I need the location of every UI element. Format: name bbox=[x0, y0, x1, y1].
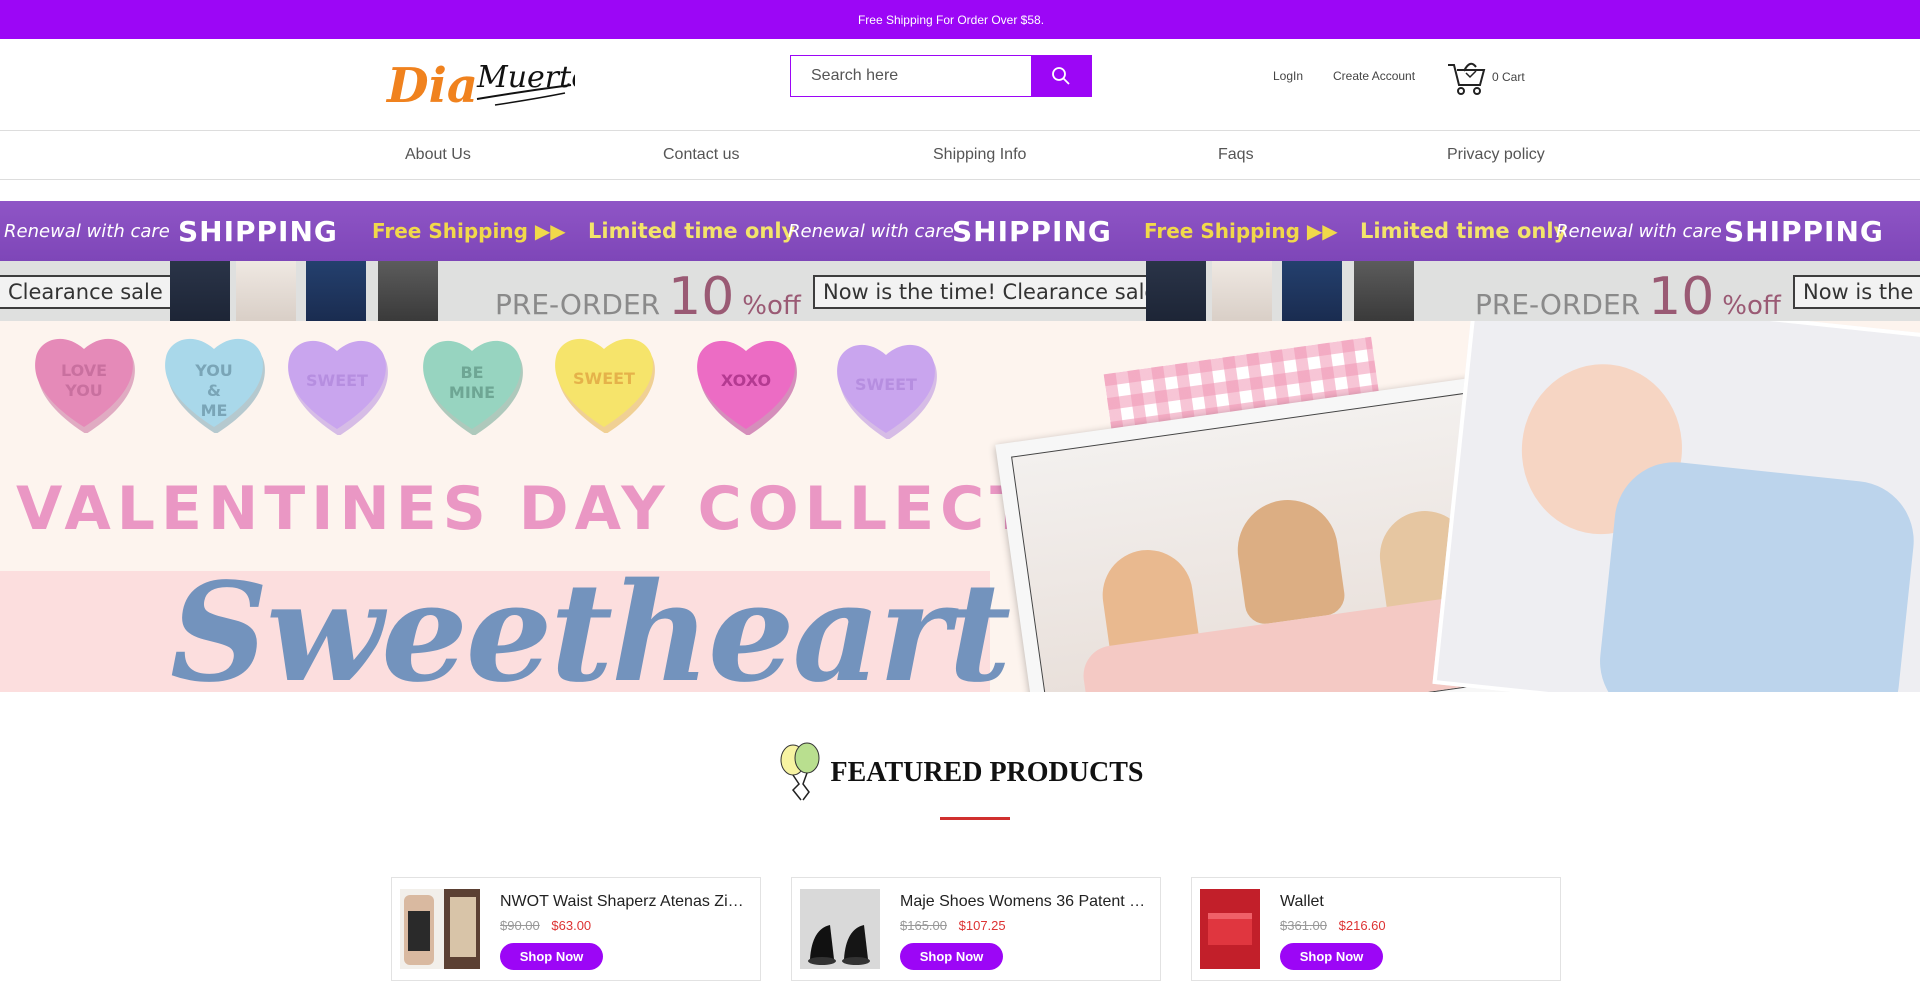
clearance-text: Clearance sale bbox=[8, 280, 163, 304]
product-image[interactable] bbox=[1200, 889, 1260, 969]
shipping-tag: SHIPPING bbox=[1724, 214, 1884, 248]
featured-section: FEATURED PRODUCTS bbox=[0, 742, 1920, 820]
svg-text:Muertos: Muertos bbox=[476, 60, 575, 95]
product-photo bbox=[1354, 261, 1414, 321]
candy-heart-text: LOVE YOU bbox=[60, 361, 108, 400]
now-clearance-text: Now is the time! Clearance sale bbox=[823, 280, 1158, 304]
nav-contact-us[interactable]: Contact us bbox=[663, 146, 739, 164]
nav-privacy-policy[interactable]: Privacy policy bbox=[1447, 146, 1545, 164]
renewal-tag: Renewal with care bbox=[4, 220, 170, 242]
clearance-tag: Clearance sale bbox=[0, 275, 173, 309]
preorder-text: PRE-ORDER bbox=[495, 288, 661, 321]
clearance-tag: Now is the t bbox=[1793, 275, 1920, 309]
product-photo bbox=[306, 261, 366, 321]
product-prices: $165.00 $107.25 bbox=[900, 918, 1006, 933]
search-button[interactable] bbox=[1031, 56, 1091, 96]
nav-shipping-info[interactable]: Shipping Info bbox=[933, 146, 1026, 164]
baby-photo bbox=[1432, 321, 1920, 692]
renewal-tag: Renewal with care bbox=[1556, 220, 1722, 242]
now-clearance-text: Now is the t bbox=[1803, 280, 1920, 304]
original-price: $165.00 bbox=[900, 918, 947, 933]
cart-link[interactable]: 0 Cart bbox=[1446, 57, 1525, 97]
svg-text:Dia: Dia bbox=[385, 58, 478, 114]
product-card[interactable]: Wallet $361.00 $216.60 Shop Now bbox=[1191, 877, 1561, 981]
featured-underline bbox=[940, 817, 1010, 820]
sale-price: $216.60 bbox=[1338, 918, 1386, 933]
cart-icon bbox=[1448, 62, 1486, 95]
search-icon bbox=[1052, 67, 1070, 85]
discount-unit: %off bbox=[742, 291, 801, 321]
clearance-tag: Now is the time! Clearance sale bbox=[813, 275, 1168, 309]
nav-faqs[interactable]: Faqs bbox=[1218, 146, 1254, 164]
shipping-tag: SHIPPING bbox=[952, 214, 1112, 248]
shipping-tag: SHIPPING bbox=[178, 214, 338, 248]
sale-price: $63.00 bbox=[551, 918, 592, 933]
original-price: $90.00 bbox=[500, 918, 540, 933]
discount-unit: %off bbox=[1722, 291, 1781, 321]
free-shipping-tag: Free Shipping ▶▶ bbox=[372, 219, 566, 243]
cart-count: 0 Cart bbox=[1492, 70, 1525, 84]
original-price: $361.00 bbox=[1280, 918, 1327, 933]
candy-heart-text: SWEET bbox=[306, 371, 368, 390]
candy-heart-text: SWEET bbox=[855, 375, 917, 394]
renewal-tag: Renewal with care bbox=[788, 220, 954, 242]
product-prices: $361.00 $216.60 bbox=[1280, 918, 1386, 933]
product-photo bbox=[170, 261, 230, 321]
product-photo bbox=[1282, 261, 1342, 321]
product-image[interactable] bbox=[400, 889, 480, 969]
candy-heart-text: BE MINE bbox=[448, 363, 496, 402]
candy-heart-text: XOXO bbox=[720, 371, 772, 390]
featured-heading: FEATURED PRODUCTS bbox=[777, 742, 1144, 804]
sweetheart-title: Sweetheart bbox=[170, 553, 1011, 692]
create-account-link[interactable]: Create Account bbox=[1333, 69, 1415, 83]
limited-time-tag: Limited time only bbox=[588, 219, 796, 243]
product-image[interactable] bbox=[800, 889, 880, 969]
candy-heart-text: SWEET bbox=[573, 369, 635, 388]
product-card[interactable]: Maje Shoes Womens 36 Patent … $165.00 $1… bbox=[791, 877, 1161, 981]
product-name[interactable]: Maje Shoes Womens 36 Patent … bbox=[900, 893, 1150, 911]
product-prices: $90.00 $63.00 bbox=[500, 918, 591, 933]
product-photo bbox=[1212, 261, 1272, 321]
preorder-text: PRE-ORDER bbox=[1475, 288, 1641, 321]
site-header: Dia Muertos LogIn Create Account 0 Cart bbox=[0, 39, 1920, 131]
discount-number: 10 bbox=[668, 267, 735, 321]
announcement-bar: Free Shipping For Order Over $58. bbox=[0, 0, 1920, 39]
hero-banner[interactable]: LOVE YOU YOU & ME SWEET BE MINE SWEET XOXO SWEET V… bbox=[0, 321, 1920, 692]
login-link[interactable]: LogIn bbox=[1273, 69, 1303, 83]
product-photo bbox=[378, 261, 438, 321]
shop-now-button[interactable]: Shop Now bbox=[500, 943, 603, 970]
announcement-text: Free Shipping For Order Over $58. bbox=[857, 12, 1045, 27]
preorder-banner: PRE-ORDER 10 %off bbox=[1475, 267, 1781, 321]
product-photo bbox=[1146, 261, 1206, 321]
shop-now-button[interactable]: Shop Now bbox=[900, 943, 1003, 970]
discount-number: 10 bbox=[1648, 267, 1715, 321]
site-logo[interactable]: Dia Muertos bbox=[385, 47, 605, 117]
promo-marquee-top: Renewal with care SHIPPING Free Shipping… bbox=[0, 201, 1920, 261]
shop-now-button[interactable]: Shop Now bbox=[1280, 943, 1383, 970]
sale-price: $107.25 bbox=[958, 918, 1006, 933]
promo-marquee-bottom: Clearance sale PRE-ORDER 10 %off Now is … bbox=[0, 261, 1920, 321]
nav-about-us[interactable]: About Us bbox=[405, 146, 471, 164]
free-shipping-tag: Free Shipping ▶▶ bbox=[1144, 219, 1338, 243]
balloons-icon bbox=[780, 742, 820, 801]
search-input[interactable] bbox=[791, 56, 1031, 96]
candy-heart-text: YOU & ME bbox=[195, 361, 233, 420]
product-name[interactable]: Wallet bbox=[1280, 893, 1540, 911]
product-card[interactable]: NWOT Waist Shaperz Atenas Zi… $90.00 $63… bbox=[391, 877, 761, 981]
preorder-banner: PRE-ORDER 10 %off bbox=[495, 267, 801, 321]
product-photo bbox=[236, 261, 296, 321]
main-nav: About Us Contact us Shipping Info Faqs P… bbox=[0, 131, 1920, 180]
featured-title-text: FEATURED PRODUCTS bbox=[830, 757, 1144, 788]
search-bar bbox=[790, 55, 1092, 97]
limited-time-tag: Limited time only bbox=[1360, 219, 1568, 243]
product-name[interactable]: NWOT Waist Shaperz Atenas Zi… bbox=[500, 893, 750, 911]
